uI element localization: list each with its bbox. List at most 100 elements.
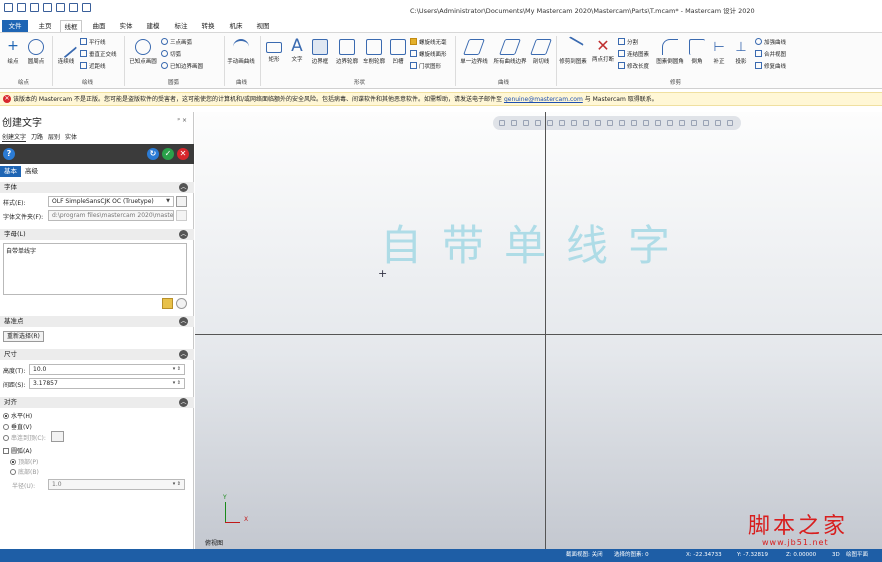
- fillet-entities-button[interactable]: 图素倒圆角: [655, 39, 685, 65]
- divide-button[interactable]: 分割: [618, 38, 638, 46]
- tab-machine[interactable]: 机床: [225, 20, 247, 32]
- perpendicular-line-button[interactable]: 垂直正交线: [80, 50, 117, 58]
- tab-dimension[interactable]: 标注: [170, 20, 192, 32]
- redo-icon[interactable]: [82, 3, 91, 12]
- graphics-viewport[interactable]: 自带单线字 + Y X 俯视图 脚本之家 www.jb51.net: [195, 112, 882, 549]
- reselect-button[interactable]: 重新选择(R): [3, 331, 44, 342]
- spin-icon[interactable]: ▾ ⇕: [173, 365, 181, 374]
- arc-top-radio[interactable]: 顶部(P): [10, 457, 38, 466]
- rectangle-button[interactable]: 矩形: [264, 39, 284, 63]
- save-icon[interactable]: [17, 3, 26, 12]
- panel-tab-solids[interactable]: 实体: [65, 132, 77, 142]
- subtab-basic[interactable]: 基本: [0, 166, 21, 177]
- tab-home[interactable]: 主页: [34, 20, 56, 32]
- polygon-button[interactable]: 螺旋线无毫: [410, 38, 447, 46]
- turn-profile-button[interactable]: 车削轮廓: [361, 39, 387, 65]
- three-point-arc-button[interactable]: 三点画弧: [161, 38, 192, 46]
- chain-select-icon[interactable]: [51, 431, 64, 442]
- tab-view[interactable]: 视图: [252, 20, 274, 32]
- panel-tab-toolpaths[interactable]: 刀路: [31, 132, 43, 142]
- panel-tab-levels[interactable]: 层别: [48, 132, 60, 142]
- dimensions-section-header[interactable]: 尺寸 ︿: [0, 349, 194, 360]
- collapse-icon[interactable]: ︿: [179, 350, 188, 359]
- door-shape-button[interactable]: 门状图形: [410, 62, 441, 70]
- trim-to-entities-button[interactable]: 修剪到图素: [558, 36, 588, 65]
- base-point-section-header[interactable]: 基准点 ︿: [0, 316, 194, 327]
- single-edge-curve-button[interactable]: 单一边界线: [459, 39, 489, 65]
- closest-line-button[interactable]: 近距线: [80, 62, 106, 70]
- offset-button[interactable]: ⊢ 补正: [710, 39, 728, 65]
- chain-top-radio[interactable]: 串连到顶(C):: [3, 433, 46, 442]
- spiral-button[interactable]: 螺旋线面形: [410, 50, 447, 58]
- tangent-arc-button[interactable]: 切弧: [161, 50, 181, 58]
- divide-icon: [618, 38, 625, 45]
- merge-view-button[interactable]: 合并视图: [755, 50, 786, 58]
- print-icon[interactable]: [56, 3, 65, 12]
- project-button[interactable]: ⊥ 投影: [732, 39, 750, 65]
- line-endpoints-button[interactable]: 连续线: [54, 35, 78, 65]
- tab-transform[interactable]: 转换: [197, 20, 219, 32]
- spacing-input[interactable]: 3.17857 ▾ ⇕: [29, 378, 185, 389]
- help-icon[interactable]: ?: [3, 148, 15, 160]
- font-section-header[interactable]: 字体 ︿: [0, 182, 194, 193]
- spin-icon[interactable]: ▾ ⇕: [173, 379, 181, 388]
- silhouette-boundary-button[interactable]: 边界轮廓: [334, 39, 360, 65]
- arc-center-point-button[interactable]: 圆周点: [25, 39, 47, 65]
- add-curve-button[interactable]: 加强曲线: [755, 38, 786, 46]
- status-bar: 截面视图: 关闭 选择的图素: 0 X: -22.34733 Y: -7.328…: [0, 549, 882, 562]
- relief-groove-button[interactable]: 凹槽: [389, 39, 407, 65]
- arc-bottom-radio[interactable]: 底部(B): [10, 467, 39, 476]
- section-view-status[interactable]: 截面视图: 关闭: [566, 549, 603, 562]
- chamfer-button[interactable]: 倒角: [688, 39, 706, 65]
- collapse-icon[interactable]: ︿: [179, 183, 188, 192]
- repair-curve-button[interactable]: 修复曲线: [755, 62, 786, 70]
- parallel-line-button[interactable]: 平行线: [80, 38, 106, 46]
- panel-tab-create-text[interactable]: 创建文字: [2, 132, 27, 142]
- alignment-section-header[interactable]: 对齐 ︿: [0, 397, 194, 408]
- tab-modeling[interactable]: 建模: [142, 20, 164, 32]
- manual-spline-button[interactable]: 手动画曲线: [227, 39, 255, 65]
- tab-wireframe[interactable]: 线框: [60, 20, 82, 32]
- display-mode[interactable]: 3D: [832, 549, 840, 562]
- symbol-icon[interactable]: [176, 298, 187, 309]
- radius-input[interactable]: 1.0 ▾ ⇕: [48, 479, 185, 490]
- slice-curve-button[interactable]: 剖切线: [530, 39, 552, 65]
- height-input[interactable]: 10.0 ▾ ⇕: [29, 364, 185, 375]
- new-file-icon[interactable]: [4, 3, 13, 12]
- arc-checkbox[interactable]: 圆弧(A): [3, 446, 32, 455]
- support-email-link[interactable]: genuine@mastercam.com: [504, 96, 583, 103]
- apply-icon[interactable]: ↻: [147, 148, 159, 160]
- tab-surface[interactable]: 曲面: [88, 20, 110, 32]
- text-button[interactable]: A 文字: [287, 37, 307, 63]
- collapse-icon[interactable]: ︿: [179, 317, 188, 326]
- letters-textarea[interactable]: 自带单线字: [3, 243, 187, 295]
- open-icon[interactable]: [43, 3, 52, 12]
- ok-icon[interactable]: ✓: [162, 148, 174, 160]
- edge-circle-button[interactable]: 已知边界画圆: [161, 62, 203, 70]
- bounding-box-button[interactable]: 边界框: [309, 39, 331, 65]
- tab-solid[interactable]: 实体: [115, 20, 137, 32]
- collapse-icon[interactable]: ︿: [179, 398, 188, 407]
- subtab-advanced[interactable]: 高级: [21, 166, 42, 177]
- panel-pin-close[interactable]: ᵖ ×: [177, 117, 187, 124]
- tab-file[interactable]: 文件: [2, 20, 28, 32]
- save-as-icon[interactable]: [30, 3, 39, 12]
- folder-open-icon[interactable]: [162, 298, 173, 309]
- break-two-points-button[interactable]: ✕ 两点打断: [590, 37, 616, 64]
- cancel-icon[interactable]: ✕: [177, 148, 189, 160]
- selection-toolbar[interactable]: [493, 116, 741, 130]
- join-entities-button[interactable]: 连结图素: [618, 50, 649, 58]
- font-file-field[interactable]: d:\program files\mastercam 2020\masterca…: [48, 210, 174, 221]
- horizontal-radio[interactable]: 水平(H): [3, 411, 32, 420]
- circle-center-point-button[interactable]: 已知点画圆: [127, 39, 159, 65]
- font-style-select[interactable]: OLF SimpleSansCJK OC (Truetype) ▼: [48, 196, 174, 207]
- modify-length-button[interactable]: 修改长度: [618, 62, 649, 70]
- plane-status[interactable]: 绘图平面: [846, 549, 868, 562]
- all-edge-curves-button[interactable]: 所有曲线边界: [492, 39, 528, 65]
- undo-icon[interactable]: [69, 3, 78, 12]
- font-browse-icon[interactable]: [176, 196, 187, 207]
- collapse-icon[interactable]: ︿: [179, 230, 188, 239]
- letters-section-header[interactable]: 字母(L) ︿: [0, 229, 194, 240]
- point-button[interactable]: + 绘点: [3, 39, 23, 65]
- vertical-radio[interactable]: 垂直(V): [3, 422, 32, 431]
